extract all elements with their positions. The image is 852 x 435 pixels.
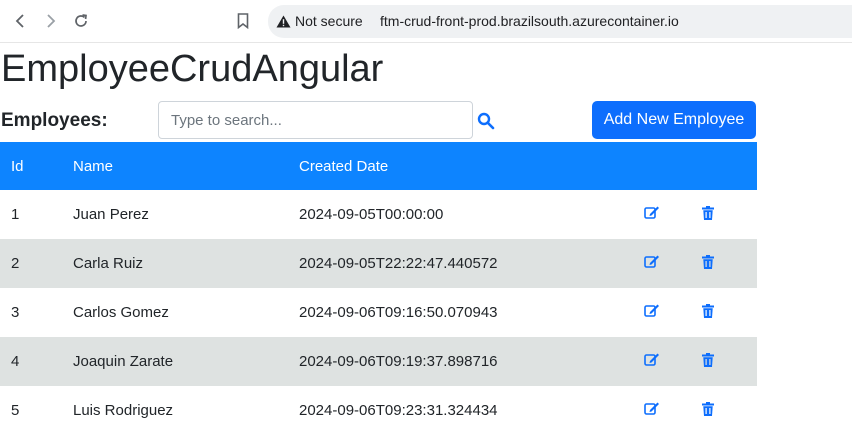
- cell-name: Carlos Gomez: [73, 304, 169, 321]
- reload-icon[interactable]: [69, 9, 93, 33]
- cell-id: 2: [11, 255, 20, 272]
- address-bar[interactable]: Not secure ftm-crud-front-prod.brazilsou…: [268, 5, 852, 38]
- employees-table: Id Name Created Date 1 Juan Perez 2024-0…: [0, 142, 757, 435]
- cell-name: Joaquin Zarate: [73, 353, 174, 370]
- cell-name: Carla Ruiz: [73, 255, 144, 272]
- add-new-employee-button[interactable]: Add New Employee: [592, 101, 756, 139]
- cell-edit: [644, 386, 702, 435]
- cell-created: 2024-09-06T09:16:50.070943: [299, 304, 498, 321]
- trash-icon[interactable]: [702, 205, 714, 224]
- trash-icon[interactable]: [702, 303, 714, 322]
- edit-icon[interactable]: [644, 205, 660, 224]
- table-row: 4 Joaquin Zarate 2024-09-06T09:19:37.898…: [0, 337, 757, 386]
- bookmark-icon[interactable]: [231, 9, 255, 33]
- column-header-delete: [702, 142, 757, 190]
- trash-icon[interactable]: [702, 401, 714, 420]
- cell-delete: [702, 190, 757, 239]
- cell-id: 3: [11, 304, 20, 321]
- cell-delete: [702, 239, 757, 288]
- cell-edit: [644, 239, 702, 288]
- edit-icon[interactable]: [644, 254, 660, 273]
- trash-icon[interactable]: [702, 254, 714, 273]
- browser-toolbar: Not secure ftm-crud-front-prod.brazilsou…: [0, 0, 852, 43]
- app-title: EmployeeCrudAngular: [1, 48, 384, 90]
- cell-id: 1: [11, 206, 20, 223]
- cell-delete: [702, 288, 757, 337]
- employees-label: Employees:: [1, 110, 108, 131]
- cell-delete: [702, 386, 757, 435]
- forward-arrow-icon[interactable]: [39, 9, 63, 33]
- back-arrow-icon[interactable]: [8, 9, 32, 33]
- cell-edit: [644, 190, 702, 239]
- cell-created: 2024-09-06T09:19:37.898716: [299, 353, 498, 370]
- cell-name: Luis Rodriguez: [73, 402, 174, 419]
- column-header-created: Created Date: [299, 157, 389, 175]
- column-header-id: Id: [11, 157, 24, 175]
- edit-icon[interactable]: [644, 303, 660, 322]
- table-row: 3 Carlos Gomez 2024-09-06T09:16:50.07094…: [0, 288, 757, 337]
- cell-edit: [644, 337, 702, 386]
- url-text[interactable]: ftm-crud-front-prod.brazilsouth.azurecon…: [380, 13, 679, 29]
- warning-icon[interactable]: [276, 15, 291, 33]
- table-row: 2 Carla Ruiz 2024-09-05T22:22:47.440572: [0, 239, 757, 288]
- cell-edit: [644, 288, 702, 337]
- table-row: 5 Luis Rodriguez 2024-09-06T09:23:31.324…: [0, 386, 757, 435]
- cell-id: 5: [11, 402, 20, 419]
- cell-delete: [702, 337, 757, 386]
- cell-created: 2024-09-05T00:00:00: [299, 206, 444, 223]
- table-header-row: Id Name Created Date: [0, 142, 757, 190]
- table-row: 1 Juan Perez 2024-09-05T00:00:00: [0, 190, 757, 239]
- column-header-edit: [644, 142, 702, 190]
- edit-icon[interactable]: [644, 401, 660, 420]
- cell-created: 2024-09-05T22:22:47.440572: [299, 255, 498, 272]
- search-input[interactable]: [158, 101, 473, 139]
- security-label[interactable]: Not secure: [295, 13, 363, 29]
- cell-id: 4: [11, 353, 20, 370]
- edit-icon[interactable]: [644, 352, 660, 371]
- trash-icon[interactable]: [702, 352, 714, 371]
- cell-name: Juan Perez: [73, 206, 149, 223]
- cell-created: 2024-09-06T09:23:31.324434: [299, 402, 498, 419]
- search-icon[interactable]: [477, 112, 495, 130]
- column-header-name: Name: [73, 157, 114, 175]
